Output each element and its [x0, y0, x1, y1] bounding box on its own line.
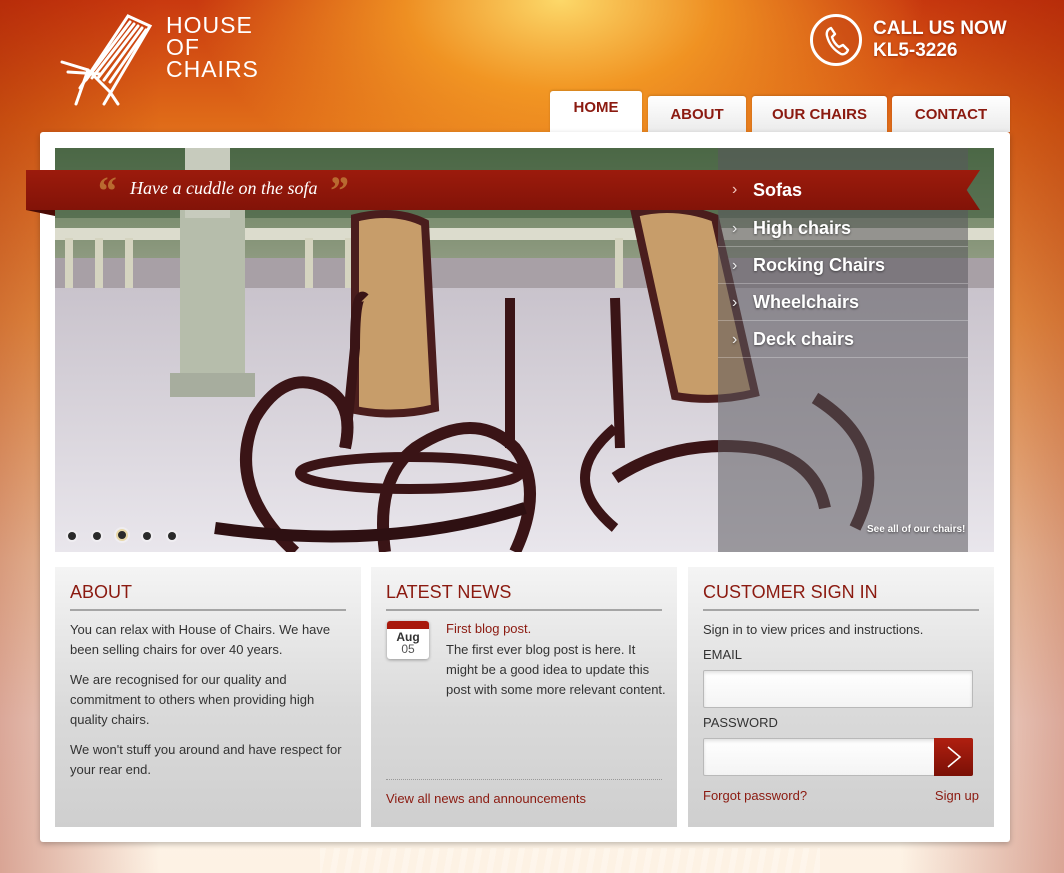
deck-chair-icon [60, 14, 153, 106]
see-all-chairs-link[interactable]: See all of our chairs! [867, 524, 965, 535]
slider-dot-5[interactable] [168, 532, 176, 540]
calendar-icon: Aug 05 [387, 621, 429, 659]
ribbon-fold [26, 210, 55, 216]
about-paragraph: We are recognised for our quality and co… [70, 672, 315, 727]
password-label: PASSWORD [703, 715, 778, 730]
chevron-right-icon: › [732, 181, 738, 198]
news-post-body: The first ever blog post is here. It mig… [446, 642, 666, 697]
about-text: You can relax with House of Chairs. We h… [70, 620, 350, 790]
logo-wordmark: HOUSE OF CHAIRS [166, 12, 259, 82]
view-all-news-link[interactable]: View all news and announcements [386, 791, 586, 806]
category-deck-chairs[interactable]: › Deck chairs [718, 321, 968, 358]
category-wheelchairs[interactable]: › Wheelchairs [718, 284, 968, 321]
category-label: Sofas [753, 180, 803, 200]
chevron-right-icon: › [732, 257, 738, 274]
about-paragraph: We won't stuff you around and have respe… [70, 742, 342, 777]
call-us-block: CALL US NOW KL5-3226 [810, 14, 1010, 68]
call-us-label: CALL US NOW [873, 18, 1007, 39]
close-quote-icon: ” [328, 168, 348, 213]
tab-contact[interactable]: CONTACT [892, 96, 1010, 132]
news-post-title[interactable]: First blog post. [446, 621, 531, 636]
about-paragraph: You can relax with House of Chairs. We h… [70, 622, 331, 657]
about-box: ABOUT You can relax with House of Chairs… [55, 567, 361, 827]
chevron-right-icon: › [732, 331, 738, 348]
category-label: High chairs [753, 218, 852, 238]
open-quote-icon: “ [96, 168, 116, 213]
news-date-day: 05 [401, 642, 415, 656]
password-field[interactable] [703, 738, 973, 776]
category-label: Deck chairs [753, 329, 855, 349]
slider-dot-3[interactable] [116, 529, 128, 541]
customer-sign-in-box: CUSTOMER SIGN IN Sign in to view prices … [688, 567, 994, 827]
phone-number[interactable]: KL5-3226 [873, 40, 1007, 62]
sign-in-intro: Sign in to view prices and instructions. [703, 622, 924, 637]
category-label: Rocking Chairs [753, 255, 886, 275]
logo-line-2: OF [166, 34, 200, 60]
footer-light-rays [320, 848, 820, 873]
chevron-right-icon: › [732, 294, 738, 311]
call-us-text: CALL US NOW KL5-3226 [873, 18, 1007, 62]
email-label: EMAIL [703, 647, 743, 662]
latest-news-box: LATEST NEWS Aug 05 First blog post. The … [371, 567, 677, 827]
slide-tagline: Have a cuddle on the sofa [130, 178, 318, 198]
sign-in-submit-button[interactable] [934, 738, 973, 776]
site-logo[interactable]: HOUSE OF CHAIRS [58, 8, 268, 108]
chevron-right-icon [947, 746, 962, 768]
phone-icon [810, 14, 862, 66]
tab-home[interactable]: HOME [550, 91, 642, 132]
category-high-chairs[interactable]: › High chairs [718, 210, 968, 247]
logo-line-1: HOUSE [166, 12, 253, 38]
email-field[interactable] [703, 670, 973, 708]
logo-line-3: CHAIRS [166, 56, 259, 82]
category-sofas[interactable]: › Sofas [718, 170, 968, 210]
slider-dot-1[interactable] [68, 532, 76, 540]
slider-pagination [66, 529, 186, 543]
sign-in-heading: CUSTOMER SIGN IN [703, 582, 979, 611]
category-rocking-chairs[interactable]: › Rocking Chairs [718, 247, 968, 284]
news-divider [386, 779, 662, 780]
slider-dot-2[interactable] [93, 532, 101, 540]
sign-up-link[interactable]: Sign up [935, 788, 979, 803]
news-heading: LATEST NEWS [386, 582, 662, 611]
about-heading: ABOUT [70, 582, 346, 611]
tab-about[interactable]: ABOUT [648, 96, 746, 132]
slider-dot-4[interactable] [143, 532, 151, 540]
category-label: Wheelchairs [753, 292, 860, 312]
forgot-password-link[interactable]: Forgot password? [703, 788, 807, 803]
calendar-header [387, 621, 429, 629]
tab-our-chairs[interactable]: OUR CHAIRS [752, 96, 887, 132]
chevron-right-icon: › [732, 220, 738, 237]
